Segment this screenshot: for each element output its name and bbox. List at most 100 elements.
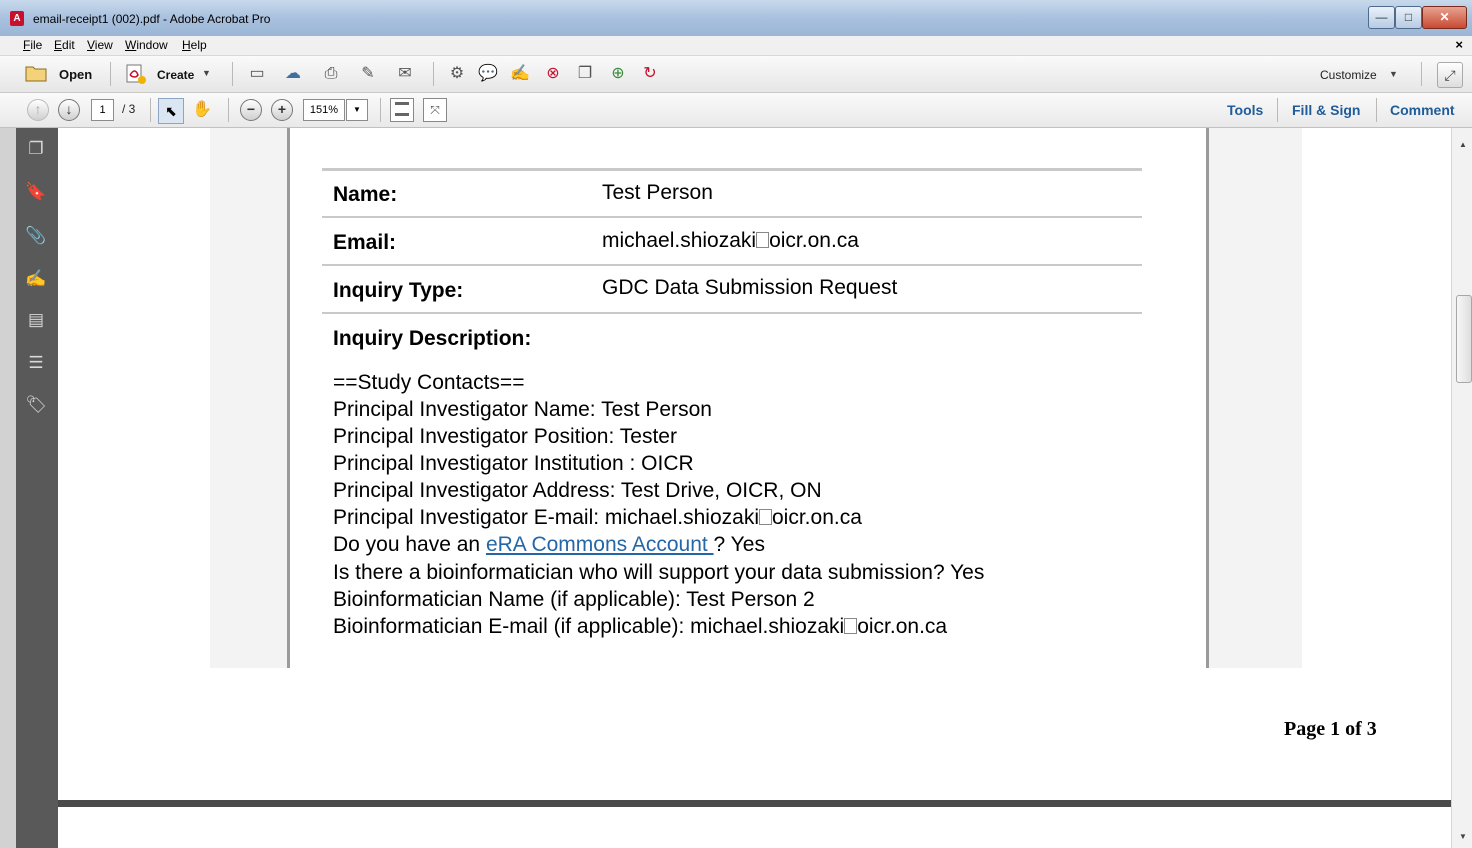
customize-button[interactable]: Customize [1320, 68, 1377, 82]
page-number-footer: Page 1 of 3 [1284, 718, 1377, 740]
chevron-down-icon[interactable]: ▼ [1389, 69, 1398, 79]
extract-page-icon[interactable]: ❐ [575, 64, 595, 84]
email-label: Email: [333, 231, 397, 254]
description-line: Is there a bioinformatician who will sup… [333, 561, 985, 584]
navigation-toolbar: ↑ ↓ 1 / 3 ⬉ ✋ − + 151% ▼ ⤧ Tools Fill & … [0, 93, 1472, 128]
scroll-up-icon[interactable]: ▲ [1456, 138, 1470, 152]
fill-sign-pane-button[interactable]: Fill & Sign [1292, 102, 1360, 118]
print-icon[interactable]: ⎙ [321, 64, 341, 84]
maximize-button[interactable]: □ [1395, 6, 1422, 29]
description-line: Principal Investigator Address: Test Dri… [333, 479, 822, 502]
table-divider [322, 216, 1142, 218]
toolbar-divider [232, 62, 233, 86]
table-divider [322, 312, 1142, 314]
zoom-level-input[interactable]: 151% [303, 99, 345, 121]
next-page-icon[interactable]: ↓ [58, 99, 80, 121]
description-line: Principal Investigator Institution : OIC… [333, 452, 694, 475]
bookmarks-icon[interactable]: 🔖 [24, 180, 48, 204]
attachments-paperclip-icon[interactable]: 📎 [24, 224, 48, 248]
description-line: Principal Investigator E-mail: michael.s… [333, 504, 862, 531]
bio-email-text: Bioinformatician E-mail (if applicable):… [333, 615, 845, 638]
open-button[interactable]: Open [59, 67, 92, 82]
table-divider [322, 168, 1142, 171]
zoom-dropdown-chevron-icon[interactable]: ▼ [346, 99, 368, 121]
create-button[interactable]: Create [157, 68, 194, 82]
comment-pane-button[interactable]: Comment [1390, 102, 1455, 118]
zoom-in-icon[interactable]: + [271, 99, 293, 121]
chevron-down-icon[interactable]: ▼ [202, 68, 211, 78]
pi-email-domain: oicr.on.ca [772, 506, 862, 529]
description-line: ==Study Contacts== [333, 371, 525, 394]
upload-cloud-icon[interactable]: ☁ [283, 64, 303, 84]
page-total: / 3 [122, 102, 136, 116]
create-pdf-icon[interactable] [124, 63, 148, 85]
layers-icon[interactable]: ☰ [24, 351, 48, 375]
comment-bubble-icon[interactable]: 💬 [478, 64, 498, 84]
toolbar-divider [1277, 98, 1278, 122]
tag-icon[interactable]: 🏷 [24, 393, 48, 417]
menu-window[interactable]: Window [125, 38, 168, 52]
bio-email-domain: oicr.on.ca [857, 615, 948, 638]
scrollbar-thumb[interactable] [1456, 295, 1472, 383]
open-folder-icon[interactable] [25, 64, 49, 82]
page-number-input[interactable]: 1 [91, 99, 114, 121]
inquiry-description-label: Inquiry Description: [333, 327, 532, 350]
toolbar-divider [110, 62, 111, 86]
era-question-text: Do you have an [333, 533, 486, 556]
table-divider [322, 264, 1142, 266]
toolbar-divider [433, 62, 434, 86]
pdf-icon: A [10, 11, 24, 26]
toolbar-divider [1421, 62, 1422, 86]
tools-pane-button[interactable]: Tools [1227, 102, 1263, 118]
email-value-domain: oicr.on.ca [769, 229, 859, 252]
toolbar-divider [1376, 98, 1377, 122]
insert-page-icon[interactable]: ⊕ [608, 64, 628, 84]
email-value: michael.shiozaki oicr.on.ca [602, 229, 859, 253]
hand-tool-icon[interactable]: ✋ [192, 100, 212, 120]
email-border-right [1206, 128, 1209, 668]
name-label: Name: [333, 183, 398, 206]
fit-width-icon[interactable]: ⤧ [423, 98, 447, 122]
select-cursor-icon[interactable]: ⬉ [158, 98, 184, 124]
title-bar: A email-receipt1 (002).pdf - Adobe Acrob… [0, 0, 1472, 36]
rotate-page-icon[interactable]: ↻ [640, 64, 660, 84]
menu-bar: File Edit View Window Help × [0, 36, 1472, 56]
previous-page-icon[interactable]: ↑ [27, 99, 49, 121]
description-line: Principal Investigator Position: Tester [333, 425, 677, 448]
vertical-scrollbar[interactable] [1451, 128, 1472, 848]
description-line: Bioinformatician E-mail (if applicable):… [333, 613, 947, 640]
delete-page-icon[interactable]: ⊗ [543, 64, 563, 84]
page-break [58, 800, 1451, 807]
era-commons-link[interactable]: eRA Commons Account [486, 533, 714, 556]
missing-glyph-box [759, 509, 772, 525]
edit-icon[interactable]: ✎ [358, 64, 378, 84]
email-icon[interactable]: ✉ [395, 64, 415, 84]
scroll-down-icon[interactable]: ▼ [1456, 830, 1470, 844]
name-value: Test Person [602, 181, 713, 204]
toolbar-divider [228, 98, 229, 122]
menu-file[interactable]: File [23, 38, 42, 52]
signatures-icon[interactable]: ✍ [24, 267, 48, 291]
save-icon[interactable]: ▭ [247, 64, 267, 84]
menu-help[interactable]: Help [182, 38, 207, 52]
page-document-icon[interactable]: ▤ [24, 308, 48, 332]
email-value-local: michael.shiozaki [602, 229, 757, 252]
main-toolbar: Open Create ▼ ▭ ☁ ⎙ ✎ ✉ ⚙ 💬 ✍ ⊗ ❐ ⊕ ↻ Cu… [0, 56, 1472, 93]
fit-page-icon[interactable] [390, 98, 414, 122]
zoom-out-icon[interactable]: − [240, 99, 262, 121]
inquiry-type-label: Inquiry Type: [333, 279, 464, 302]
description-line: Do you have an eRA Commons Account ? Yes [333, 531, 765, 558]
gear-icon[interactable]: ⚙ [447, 64, 467, 84]
description-line: Bioinformatician Name (if applicable): T… [333, 588, 815, 611]
highlight-icon[interactable]: ✍ [510, 64, 530, 84]
era-answer-text: ? Yes [713, 533, 765, 556]
minimize-button[interactable]: — [1368, 6, 1395, 29]
close-document-icon[interactable]: × [1455, 37, 1463, 52]
menu-view[interactable]: View [87, 38, 113, 52]
inquiry-type-value: GDC Data Submission Request [602, 276, 898, 299]
page-thumbnails-icon[interactable]: ❐ [24, 137, 48, 161]
close-button[interactable]: ✕ [1422, 6, 1467, 29]
expand-icon[interactable]: ⤢ [1437, 62, 1463, 88]
toolbar-divider [150, 98, 151, 122]
menu-edit[interactable]: Edit [54, 38, 75, 52]
